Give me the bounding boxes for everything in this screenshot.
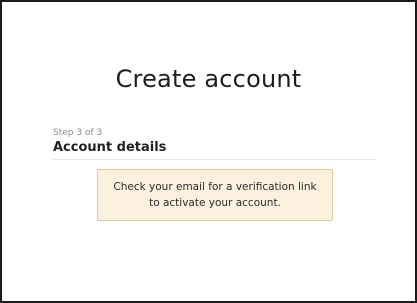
step-indicator: Step 3 of 3 xyxy=(53,128,103,138)
section-divider xyxy=(53,159,377,160)
notice-line-1: Check your email for a verification link xyxy=(113,181,317,193)
notice-message: Check your email for a verification link… xyxy=(105,179,324,211)
page-frame: Create account Step 3 of 3 Account detai… xyxy=(0,0,417,303)
step-section: Step 3 of 3 Account details xyxy=(53,128,377,160)
notice-line-2: to activate your account. xyxy=(149,197,281,209)
page-title: Create account xyxy=(115,65,302,93)
section-title: Account details xyxy=(53,140,167,155)
verification-notice: Check your email for a verification link… xyxy=(97,169,333,221)
